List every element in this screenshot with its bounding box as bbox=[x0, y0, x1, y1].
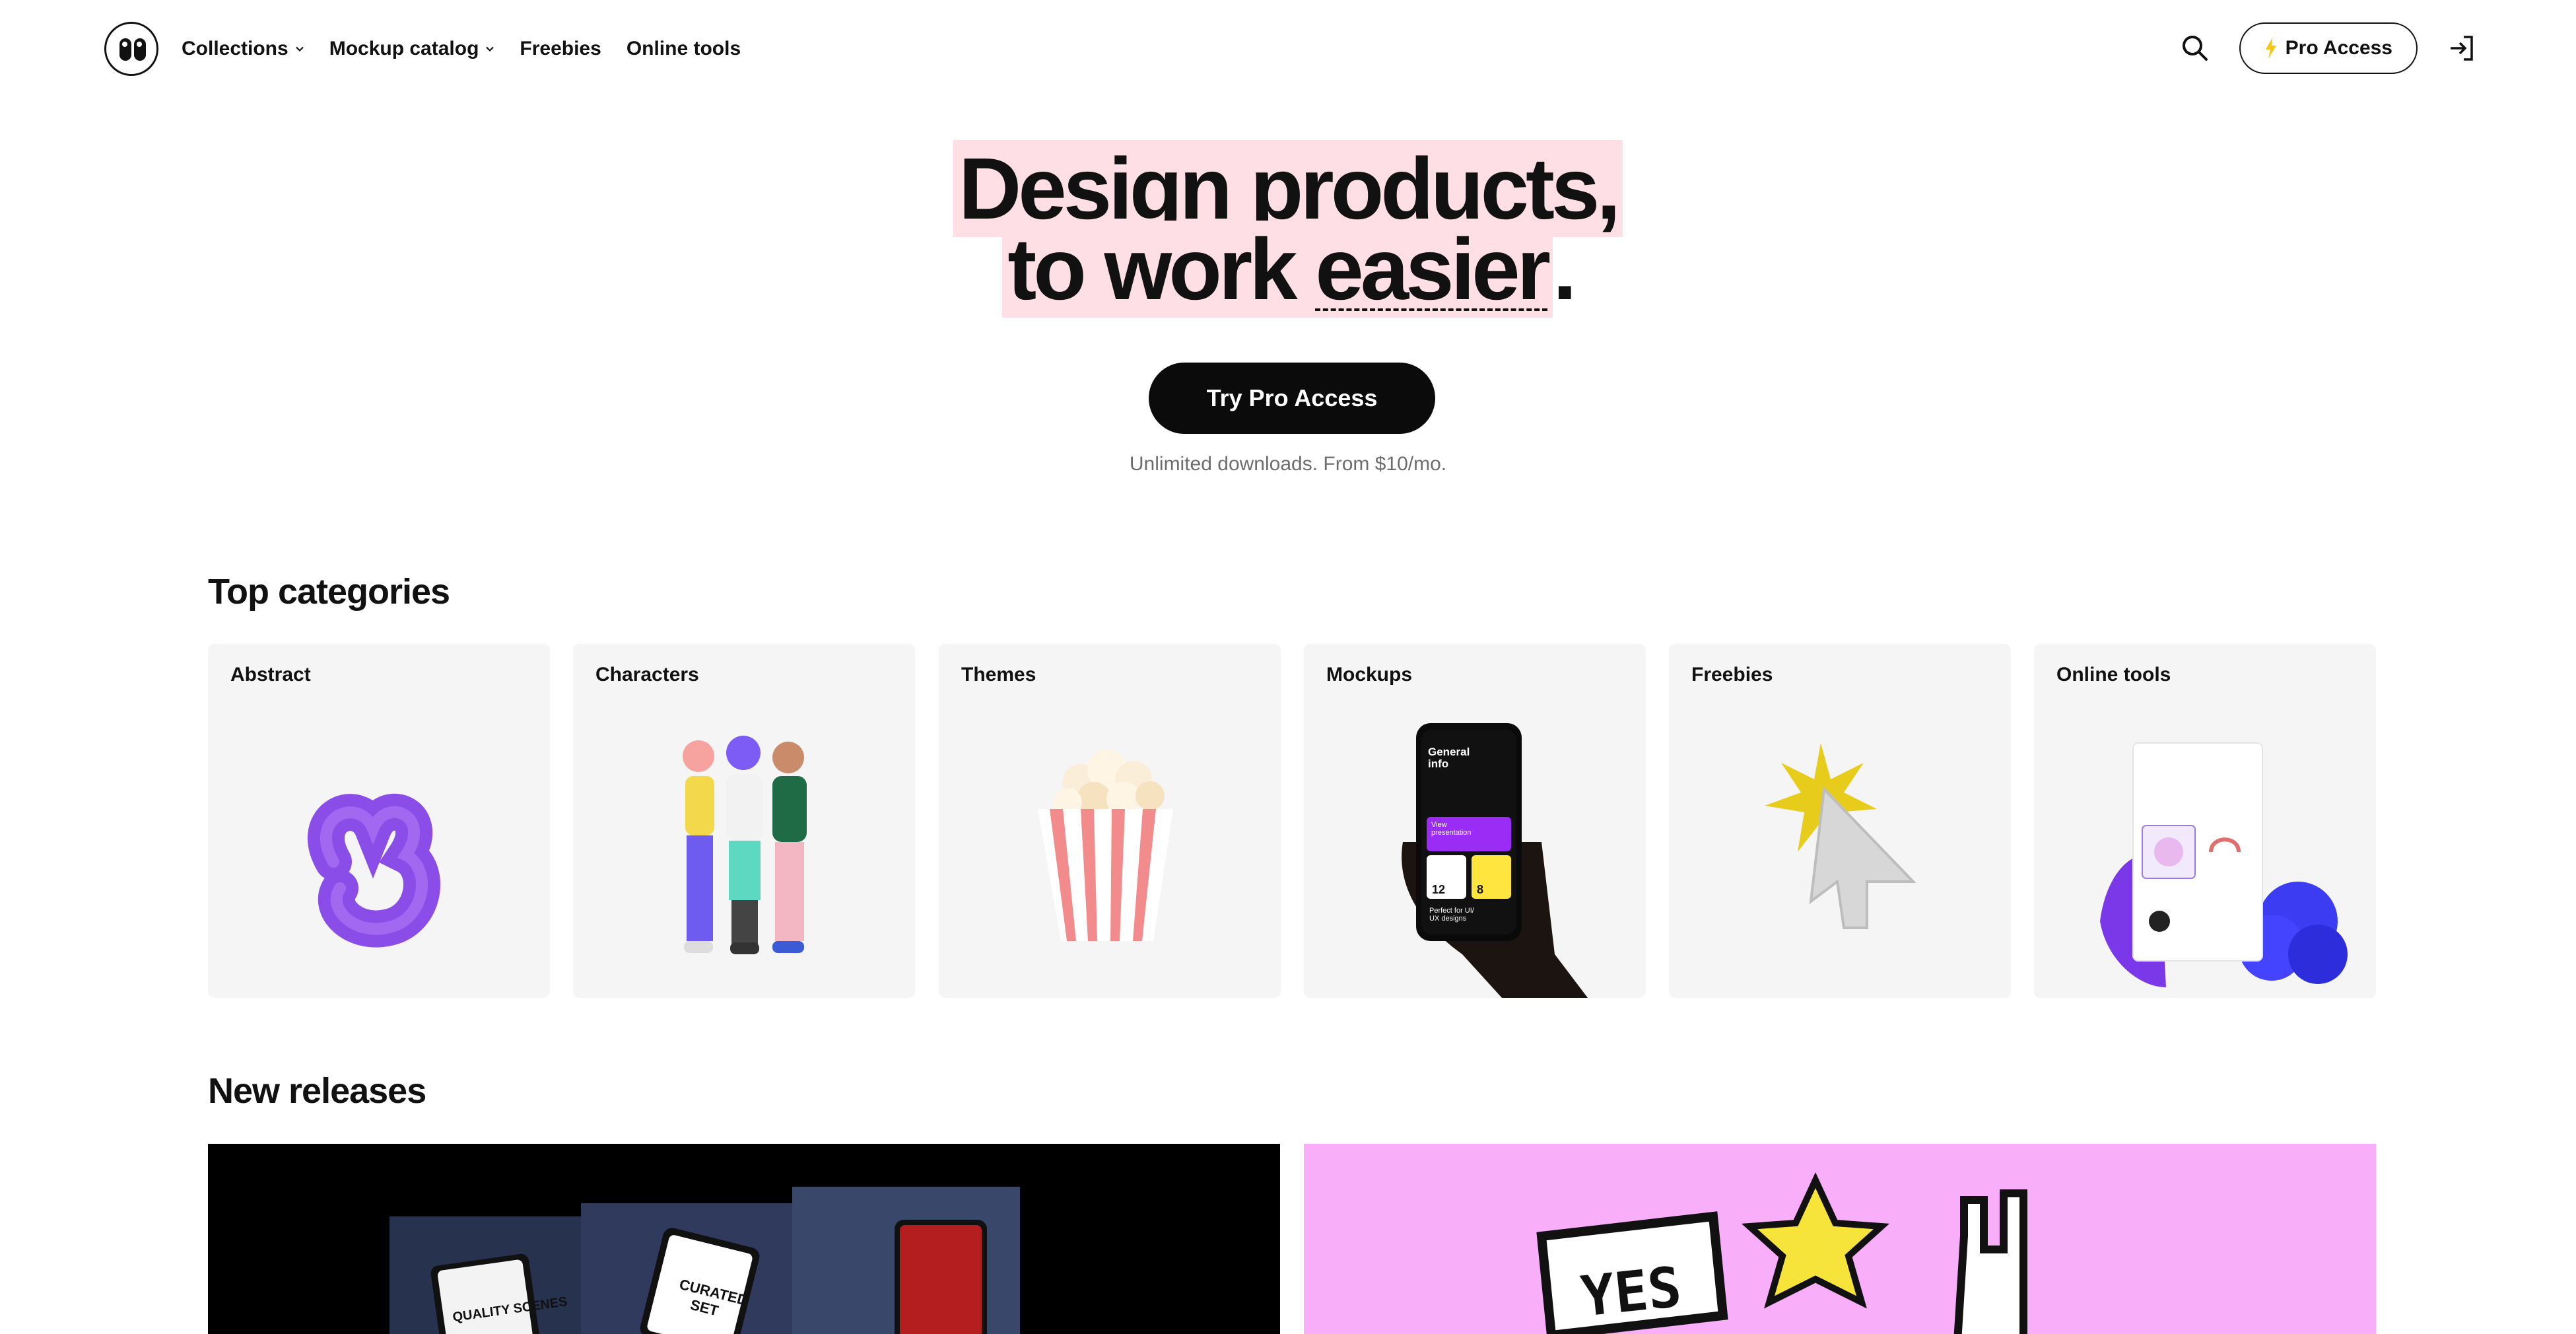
release-card-device-mockups[interactable]: QUALITY SCENES CURATED SET bbox=[208, 1144, 1280, 1334]
nav-mockup-catalog-label: Mockup catalog bbox=[329, 38, 479, 59]
category-card-mockups[interactable]: Mockups General info View presentation 12… bbox=[1304, 644, 1646, 998]
hero-line2-text: to work bbox=[1007, 221, 1316, 318]
chevron-down-icon bbox=[295, 46, 304, 52]
phone-number-1: 12 bbox=[1432, 883, 1446, 896]
hero-subtitle: Unlimited downloads. From $10/mo. bbox=[1129, 453, 1447, 475]
logo[interactable] bbox=[104, 22, 158, 76]
online-tools-image bbox=[2100, 742, 2348, 987]
try-pro-access-button[interactable]: Try Pro Access bbox=[1149, 363, 1435, 434]
nav-online-tools[interactable]: Online tools bbox=[627, 38, 741, 60]
nav-freebies-label: Freebies bbox=[520, 38, 601, 59]
popcorn-image bbox=[1038, 750, 1173, 941]
category-card-freebies[interactable]: Freebies bbox=[1669, 644, 2011, 998]
category-card-themes[interactable]: Themes bbox=[939, 644, 1281, 998]
abstract-shape-image bbox=[308, 793, 440, 948]
main-nav: Collections Mockup catalog Freebies Onli… bbox=[182, 33, 741, 65]
category-card-abstract[interactable]: Abstract bbox=[208, 644, 550, 998]
lightning-icon bbox=[2265, 38, 2276, 59]
hero-underlined-word: easier bbox=[1315, 221, 1551, 318]
pro-access-button[interactable]: Pro Access bbox=[2239, 22, 2418, 74]
hero-title-line-2: to work easier. bbox=[0, 221, 2576, 318]
header-actions: Pro Access bbox=[2180, 22, 2477, 74]
phone-footer-line-1: Perfect for UI/ bbox=[1429, 907, 1474, 915]
nav-freebies[interactable]: Freebies bbox=[520, 38, 601, 60]
category-card-characters[interactable]: Characters bbox=[573, 644, 915, 998]
site-header: Collections Mockup catalog Freebies Onli… bbox=[0, 0, 2576, 99]
phone-footer-line-2: UX designs bbox=[1429, 915, 1467, 923]
nav-online-tools-label: Online tools bbox=[626, 38, 741, 59]
pro-access-label: Pro Access bbox=[2285, 37, 2392, 59]
hero-highlight-2: to work easier bbox=[1002, 221, 1553, 318]
cursor-burst-image bbox=[1765, 743, 1916, 929]
section-title-top-categories: Top categories bbox=[208, 572, 450, 612]
nav-collections-label: Collections bbox=[182, 38, 288, 59]
release-pixel-image bbox=[1536, 1172, 2027, 1334]
phone-heading-line-1: General bbox=[1428, 746, 1470, 758]
logo-eye-left bbox=[119, 38, 131, 61]
release-text-yes: YES bbox=[1578, 1254, 1685, 1329]
phone-heading: General info bbox=[1428, 746, 1470, 770]
hero-period: . bbox=[1553, 221, 1577, 318]
category-card-online-tools[interactable]: Online tools bbox=[2034, 644, 2376, 998]
search-icon[interactable] bbox=[2180, 33, 2210, 63]
nav-collections[interactable]: Collections bbox=[182, 38, 304, 60]
login-icon[interactable] bbox=[2447, 33, 2477, 63]
hero-title-line-1: Design products, bbox=[0, 140, 2576, 237]
phone-heading-line-2: info bbox=[1428, 757, 1449, 770]
phone-card-text: View presentation bbox=[1431, 821, 1472, 837]
chevron-down-icon bbox=[486, 46, 494, 52]
nav-mockup-catalog[interactable]: Mockup catalog bbox=[329, 38, 495, 60]
phone-footer: Perfect for UI/UX designs bbox=[1429, 907, 1474, 923]
phone-number-2: 8 bbox=[1477, 883, 1484, 896]
logo-eye-right bbox=[134, 38, 146, 61]
release-card-pixel-stickers[interactable]: YES bbox=[1304, 1144, 2376, 1334]
section-title-new-releases: New releases bbox=[208, 1071, 426, 1111]
characters-image bbox=[683, 736, 807, 954]
